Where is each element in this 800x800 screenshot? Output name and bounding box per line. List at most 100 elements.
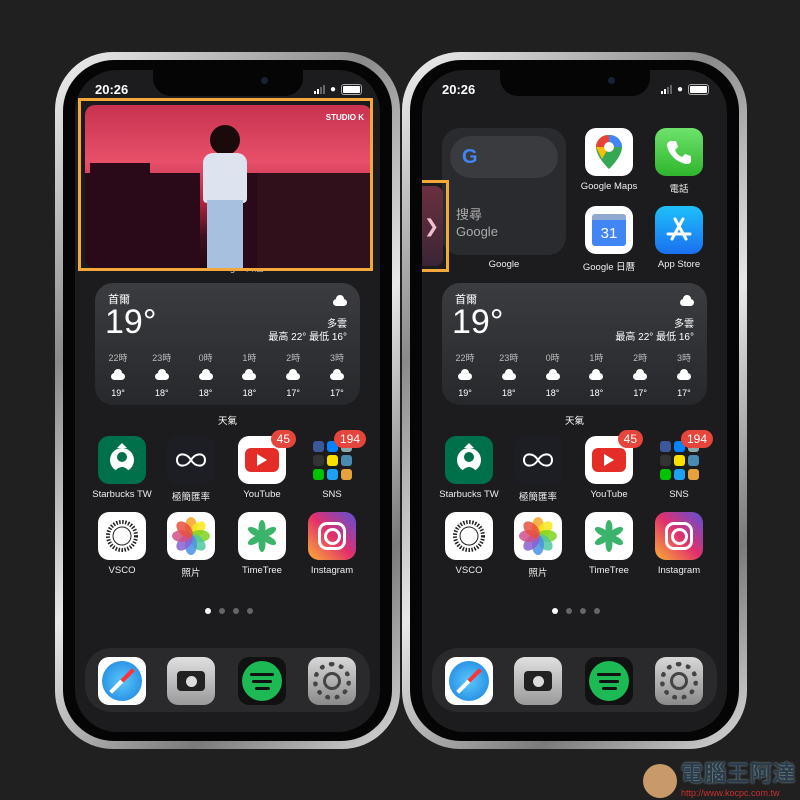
page-dot[interactable] [594,608,600,614]
app-starbucks[interactable]: Starbucks TW [433,436,505,500]
app-label: SNS [322,489,342,500]
status-time: 20:26 [95,82,129,97]
app-infinity[interactable]: 極簡匯率 [155,436,227,503]
app-label: 照片 [181,568,201,579]
app-label: YouTube [590,489,628,500]
app-google-maps[interactable]: Google Maps [573,128,645,192]
watermark-title: 電腦王阿達 [680,761,796,786]
camera-icon [167,657,215,705]
battery-icon [341,84,362,95]
app-folder[interactable]: 194 SNS [643,430,715,500]
app-infinity[interactable]: 極簡匯率 [502,436,574,503]
page-dot[interactable] [205,608,211,614]
app-safari[interactable] [433,657,505,705]
cloud-icon [538,369,568,382]
forecast-hour: 0時 [198,353,213,363]
app-folder[interactable]: 194 SNS [296,430,368,500]
app-instagram[interactable]: Instagram [296,512,368,576]
starbucks-icon [98,436,146,484]
home-screen: 20:26●GoogleGoogle 日曆App StoreSTUDIO K首爾… [75,70,380,732]
forecast-hour: 2時 [633,353,648,363]
app-label: YouTube [243,489,281,500]
app-label: 照片 [528,568,548,579]
app-settings[interactable] [296,657,368,705]
app-label: Starbucks TW [92,489,152,500]
search-text-google: Google [456,224,498,239]
page-dot[interactable] [219,608,225,614]
photos-icon [514,512,562,560]
page-dot[interactable] [566,608,572,614]
google-search-bar[interactable]: G [450,136,558,178]
spotify-icon [238,657,286,705]
page-dot[interactable] [233,608,239,614]
google-maps-icon [585,128,633,176]
forecast-hour: 0時 [545,353,560,363]
signal-icon [313,85,325,94]
folder-icon: 194 [655,430,713,484]
page-indicator[interactable] [205,608,253,614]
forecast-temp: 17° [633,388,647,398]
hourly-forecast: 1時 18° [581,351,611,398]
wifi-icon: ● [676,84,683,95]
signal-icon [660,85,672,94]
app-phone[interactable]: 電話 [643,128,715,195]
calendar-day: 31 [592,214,626,246]
page-indicator[interactable] [552,608,600,614]
cloud-icon [494,369,524,382]
cloud-icon [147,369,177,382]
starbucks-icon [445,436,493,484]
cloud-icon [625,369,655,382]
app-youtube[interactable]: 45 YouTube [573,430,645,500]
search-text: 搜尋 [456,207,483,222]
app-label: Instagram [657,565,701,576]
forecast-hour: 1時 [242,353,257,363]
cloud-icon [333,293,347,311]
cloud-icon [669,369,699,382]
forecast-temp: 17° [286,388,300,398]
cloud-icon [278,369,308,382]
app-vsco[interactable]: VSCO [433,512,505,576]
app-spotify[interactable] [573,657,645,705]
app-label: SNS [669,489,689,500]
status-icons: ● [660,84,709,95]
app-safari[interactable] [86,657,158,705]
app-google-calendar[interactable]: 31 Google 日曆 [573,206,645,273]
youtube-icon: 45 [238,430,296,484]
app-label: Google Maps [580,181,638,192]
app-photos[interactable]: 照片 [155,512,227,579]
google-search-widget[interactable]: G 搜尋 Google [442,128,566,255]
app-camera[interactable] [502,657,574,705]
page-dot[interactable] [552,608,558,614]
infinity-icon [514,436,562,484]
widget-label: Google [488,259,520,270]
weather-widget[interactable]: 首爾 19° 多雲 最高 22° 最低 16° 22時 19° 23時 18° 0時 18° 1時 1… [442,283,707,405]
app-settings[interactable] [643,657,715,705]
infinity-icon [167,436,215,484]
forecast-temp: 19° [111,388,125,398]
app-label: 電話 [669,184,689,195]
app-youtube[interactable]: 45 YouTube [226,430,298,500]
spotify-icon [585,657,633,705]
app-instagram[interactable]: Instagram [643,512,715,576]
cloud-icon [680,293,694,311]
app-starbucks[interactable]: Starbucks TW [86,436,158,500]
settings-icon [308,657,356,705]
app-timetree[interactable]: TimeTree [226,512,298,576]
app-app-store[interactable]: App Store [643,206,715,270]
page-dot[interactable] [580,608,586,614]
page-dot[interactable] [247,608,253,614]
app-spotify[interactable] [226,657,298,705]
chevron-right-icon[interactable]: ❯ [422,186,443,266]
app-vsco[interactable]: VSCO [86,512,158,576]
forecast-temp: 18° [154,388,169,398]
app-timetree[interactable]: TimeTree [573,512,645,576]
hourly-forecast: 3時 17° [669,351,699,398]
forecast-temp: 17° [677,388,691,398]
app-label: App Store [657,259,701,270]
cloud-icon [191,369,221,382]
forecast-temp: 18° [545,388,560,398]
app-camera[interactable] [155,657,227,705]
weather-widget[interactable]: 首爾 19° 多雲 最高 22° 最低 16° 22時 19° 23時 18° 0時 18° 1時 1… [95,283,360,405]
app-photos[interactable]: 照片 [502,512,574,579]
cloud-icon [103,369,133,382]
